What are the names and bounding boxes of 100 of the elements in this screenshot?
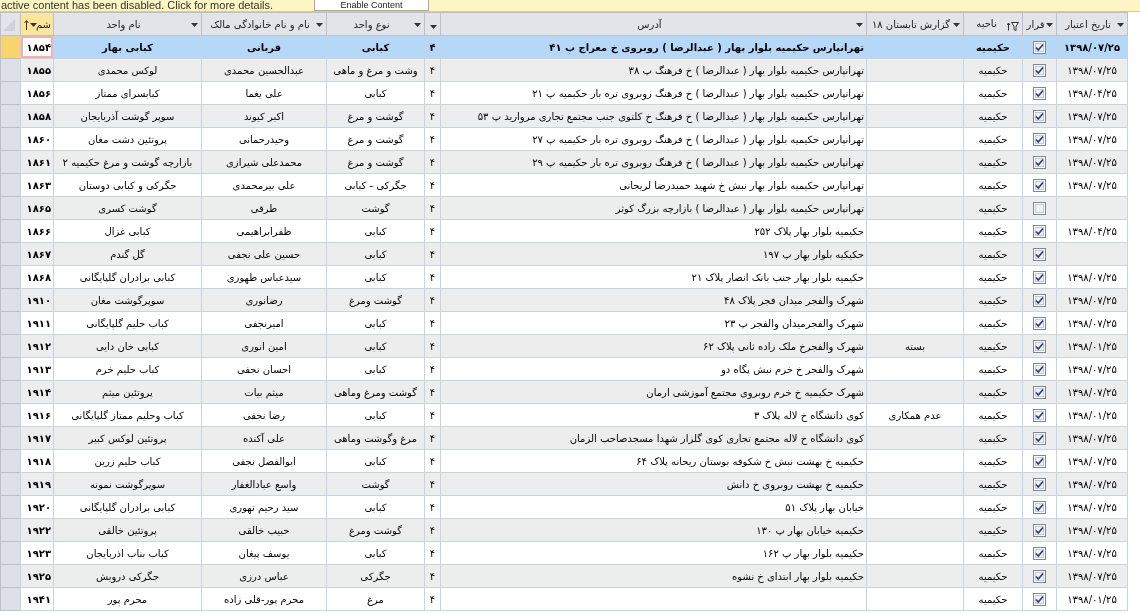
table-cell: ۱۳۹۸/۰۷/۲۵	[1056, 265, 1128, 289]
column-header[interactable]: نام و نام خانوادگی مالک	[201, 12, 327, 36]
checkbox[interactable]	[1033, 63, 1046, 77]
table-cell: حکیمیه	[963, 357, 1023, 381]
table-cell: ۴	[424, 449, 441, 473]
checkbox[interactable]	[1033, 86, 1046, 100]
checkbox[interactable]	[1033, 339, 1046, 353]
checkbox[interactable]	[1033, 385, 1046, 399]
dropdown-arrow-icon[interactable]	[856, 22, 863, 27]
checkbox[interactable]	[1033, 454, 1046, 468]
dropdown-arrow-icon[interactable]	[191, 22, 198, 27]
table-row[interactable]: ۱۳۹۸/۰۷/۲۵ حکیمیه خیابان بهار پلاک ۵۱ ۴ کبابی سید رحیم تهوری کبابی برادران گلپایگانی ۱۹۲۰	[0, 495, 1128, 519]
checkbox[interactable]	[1033, 247, 1046, 261]
table-cell: وشت و مرغ و ماهی	[326, 58, 425, 82]
filter-icon[interactable]	[1007, 22, 1019, 31]
dropdown-arrow-icon[interactable]	[316, 22, 323, 27]
table-row[interactable]: ۱۳۹۸/۰۱/۲۵ حکیمیه ۴ مرغ محرم پور-قلی زاده محرم پور ۱۹۴۱	[0, 587, 1128, 611]
table-cell: کبابی	[326, 81, 425, 105]
checkbox[interactable]	[1033, 546, 1046, 560]
checkbox[interactable]	[1033, 523, 1046, 537]
checkbox[interactable]	[1033, 500, 1046, 514]
table-row[interactable]: ۱۳۹۸/۰۷/۲۵ حکیمیه شهرک والفجرمیدان والفجر پ ۲۳ ۴ کبابی امیرنجفی کباب حلیم گلپایگانی ۱۹۱۱	[0, 311, 1128, 335]
table-row[interactable]: ۱۳۹۸/۰۱/۲۵ حکیمیه بسته شهرک والفجرخ ملک زاده ثانی پلاک ۶۲ ۴ کبابی امین انوری کبابی خان دایی ۱۹۱۲	[0, 334, 1128, 358]
table-row[interactable]: ۱۳۹۸/۰۷/۲۵ حکیمیه تهرانپارس حکیمیه بلوار بهار ( عبدالرضا ) خ فرهنگ روبروی تره بار حکیمیه پ ۲۷ ۴ گوشت و مرغ وحیدرحمانی پروتئین دشت مغان ۱۸۶۰	[0, 127, 1128, 151]
table-cell: ۱۳۹۸/۰۱/۲۵	[1056, 334, 1128, 358]
table-row[interactable]: ۱۳۹۸/۰۷/۲۵ حکیمیه کوی دانشگاه خ لاله مجتمع تجاری کوی گلزار شهدا مسجدصاحب الزمان ۴ مرغ وگوشت وماهی علی آکنده پروتئین لوکس کبیر ۱۹۱۷	[0, 426, 1128, 450]
table-cell: ظفرابراهیمی	[201, 219, 327, 243]
table-row[interactable]: ۱۳۹۸/۰۷/۲۵ حکیمیه تهرانپارس حکیمیه بلوار بهار ( عبدالرضا ) خ فرهنگ پ ۳۸ ۴ وشت و مرغ و ماهی عبدالحسین محمدی لوکس محمدی ۱۸۵۵	[0, 58, 1128, 82]
table-cell: میثم بیات	[201, 380, 327, 404]
table-cell: ۴	[424, 472, 441, 496]
table-cell: ۴	[424, 518, 441, 542]
dropdown-arrow-icon[interactable]	[953, 22, 960, 27]
checkbox[interactable]	[1033, 408, 1046, 422]
enable-content-button[interactable]: Enable Content	[314, 0, 429, 11]
checkbox[interactable]	[1033, 224, 1046, 238]
checkbox[interactable]	[1033, 293, 1046, 307]
table-cell: ۱۳۹۸/۰۴/۲۵	[1056, 219, 1128, 243]
dropdown-arrow-icon[interactable]	[430, 24, 437, 29]
column-header[interactable]: ناحیه	[963, 12, 1023, 36]
dropdown-arrow-icon[interactable]	[30, 22, 37, 27]
checkbox[interactable]	[1033, 316, 1046, 330]
dropdown-arrow-icon[interactable]	[1117, 22, 1124, 27]
table-cell: تهرانپارس حکیمیه بلوار بهار ( عبدالرضا ) خ فرهنگ خ کلتوی جنب مجتمع تجاری مروارید پ ۵۳	[440, 104, 867, 128]
column-header[interactable]	[424, 12, 441, 36]
table-cell: ۴	[424, 196, 441, 220]
checkbox[interactable]	[1033, 201, 1046, 215]
table-row[interactable]: ۱۳۹۸/۰۷/۲۵ حکیمیه تهرانپارس حکیمیه بلوار بهار ( عبدالرضا ) خ فرهنگ روبروی تره بار حکیمیه پ ۲۹ ۴ گوشت و مرغ محمدعلی شیرازی بازارچه گوشت و مرغ حکیمیه ۲ ۱۸۶۱	[0, 150, 1128, 174]
checkbox[interactable]	[1033, 40, 1046, 54]
table-row[interactable]: ۱۳۹۸/۰۷/۲۵ حکیمیه شهرک والفجر میدان فجر پلاک ۴۸ ۴ گوشت ومرغ رضانوری سوپرگوشت مغان ۱۹۱۰	[0, 288, 1128, 312]
table-cell: کبابی	[326, 334, 425, 358]
table-cell: کبابی	[326, 265, 425, 289]
column-header[interactable]: آدرس	[440, 12, 867, 36]
table-cell: ۱۳۹۸/۰۷/۲۵	[1056, 564, 1128, 588]
table-cell: محمدعلی شیرازی	[201, 150, 327, 174]
column-header[interactable]: نام واحد	[53, 12, 202, 36]
checkbox[interactable]	[1033, 431, 1046, 445]
table-cell: ۱۳۹۸/۰۷/۲۵	[1056, 357, 1128, 381]
table-row[interactable]: ۱۳۹۸/۰۷/۲۵ حکیمیه شهرک والفجر خ خرم نبش پگاه دو ۴ کبابی احسان نجفی کباب حلیم خرم ۱۹۱۳	[0, 357, 1128, 381]
column-header[interactable]: نوع واحد	[326, 12, 425, 36]
table-row[interactable]: ۱۳۹۸/۰۱/۲۵ حکیمیه عدم همکاری کوی دانشگاه خ لاله پلاک ۳ ۴ کبابی رضا نجفی کباب وحلیم ممتاز گلپایگانی ۱۹۱۶	[0, 403, 1128, 427]
table-cell: اکبر کیوند	[201, 104, 327, 128]
table-cell: حکیمیه خیابان بهار پ ۱۳۰	[440, 518, 867, 542]
checkbox[interactable]	[1033, 477, 1046, 491]
column-header[interactable]: گزارش تابستان ۱۸	[866, 12, 964, 36]
table-row[interactable]: ۱۳۹۸/۰۷/۲۵ حکیمیه تهرانپارس حکیمیه بلوار بهار نبش خ شهید حمیدرضا لریجانی ۴ جگرکی - کبابی علی بیرمحمدی جگرکی و کبابی دوستان ۱۸۶۳	[0, 173, 1128, 197]
table-row[interactable]: ۱۳۹۸/۰۷/۲۵ حکیمیه حکیمیه بلوار بهار پ ۱۶۲ ۴ کبابی یوسف پیغان کباب بناب اذربایجان ۱۹۲۳	[0, 541, 1128, 565]
table-row[interactable]: ۱۳۹۸/۰۷/۲۵ حکیمیه تهرانپارس حکیمیه بلوار بهار ( عبدالرضا ) روبروی خ معراج پ ۴۱ ۴ کبابی قربانی کبابی بهار ۱۸۵۴	[0, 35, 1128, 59]
column-header[interactable]: شم	[20, 12, 54, 36]
table-row[interactable]: ۱۳۹۸/۰۷/۲۵ حکیمیه حکیمیه خ بهشت روبروی خ دانش ۴ گوشت واسع عبادالغفار سوپرگوشت نمونه ۱۹۱۹	[0, 472, 1128, 496]
dropdown-arrow-icon[interactable]	[414, 22, 421, 27]
table-row[interactable]: ۱۳۹۸/۰۷/۲۵ حکیمیه شهرک حکیمیه خ خرم روبروی مجتمع آموزشی ارمان ۴ گوشت ومرغ وماهی میثم بیات پروتئین میثم ۱۹۱۴	[0, 380, 1128, 404]
checkbox[interactable]	[1033, 109, 1046, 123]
table-row[interactable]: ۱۳۹۸/۰۴/۲۵ حکیمیه تهرانپارس حکیمیه بلوار بهار ( عبدالرضا ) خ فرهنگ روبروی تره بار حکیمیه پ ۲۱ ۴ کبابی علی یغما کبابسرای ممتاز ۱۸۵۶	[0, 81, 1128, 105]
table-cell: ۱۳۹۸/۰۷/۲۵	[1056, 288, 1128, 312]
sort-ascending-icon[interactable]	[24, 19, 29, 30]
table-row[interactable]: ۱۳۹۸/۰۷/۲۵ حکیمیه تهرانپارس حکیمیه بلوار بهار ( عبدالرضا ) خ فرهنگ خ کلتوی جنب مجتمع تجاری مروارید پ ۵۳ ۴ گوشت و مرغ اکبر کیوند سوپر گوشت آذربایجان ۱۸۵۸	[0, 104, 1128, 128]
checkbox[interactable]	[1033, 362, 1046, 376]
table-cell: کبابی	[326, 35, 425, 59]
table-cell: کبابی خان دایی	[53, 334, 202, 358]
table-cell: حبیب خالقی	[201, 518, 327, 542]
checkbox[interactable]	[1033, 592, 1046, 606]
table-row[interactable]: ۱۳۹۸/۰۷/۲۵ حکیمیه حکیمیه خ بهشت نبش خ شکوفه بوستان ریحانه پلاک ۶۴ ۴ کبابی ابوالفضل نجفی کباب حلیم زرین ۱۹۱۸	[0, 449, 1128, 473]
checkbox[interactable]	[1033, 132, 1046, 146]
checkbox[interactable]	[1033, 155, 1046, 169]
table-row[interactable]: حکیمیه تهرانپارس حکیمیه بلوار بهار ( عبدالرضا ) بازارچه بزرگ کوثر ۴ گوشت طرقی گوشت کسری ۱۸۶۵	[0, 196, 1128, 220]
column-header[interactable]: قرار	[1022, 12, 1057, 36]
checkbox[interactable]	[1033, 569, 1046, 583]
column-header[interactable]: تاریخ اعتبار	[1056, 12, 1128, 36]
table-cell: رضانوری	[201, 288, 327, 312]
table-cell: حکیمیه	[963, 58, 1023, 82]
table-cell: جگرکی - کبابی	[326, 173, 425, 197]
checkbox[interactable]	[1033, 270, 1046, 284]
table-cell: کبابی برادران گلپایگانی	[53, 495, 202, 519]
dropdown-arrow-icon[interactable]	[1046, 22, 1053, 27]
table-row[interactable]: ۱۳۹۸/۰۴/۲۵ حکیمیه حکیمیه بلوار بهار پلاک ۲۵۲ ۴ کبابی ظفرابراهیمی کبابی غزال ۱۸۶۶	[0, 219, 1128, 243]
table-row[interactable]: ۱۳۹۸/۰۷/۲۵ حکیمیه حکیمیه بلوار بهار جنب بانک انصار پلاک ۲۱ ۴ کبابی سیدعباس طهوری کبابی برادران گلپایگانی ۱۸۶۸	[0, 265, 1128, 289]
checkbox[interactable]	[1033, 178, 1046, 192]
table-row[interactable]: حکیمیه حکیکیه بلوار بهار پ ۱۹۷ ۴ کبابی حسین علی نجفی گل گندم ۱۸۶۷	[0, 242, 1128, 266]
table-row[interactable]: ۱۳۹۸/۰۷/۲۵ حکیمیه حکیمیه خیابان بهار پ ۱۳۰ ۴ گوشت ومرغ حبیب خالقی پروتئین خالقی ۱۹۲۲	[0, 518, 1128, 542]
table-row[interactable]: ۱۳۹۸/۰۷/۲۵ حکیمیه حکیمیه بلوار بهار ابتدای خ نشوه ۴ جگرکی عباس درزی جگرکی درویش ۱۹۲۵	[0, 564, 1128, 588]
